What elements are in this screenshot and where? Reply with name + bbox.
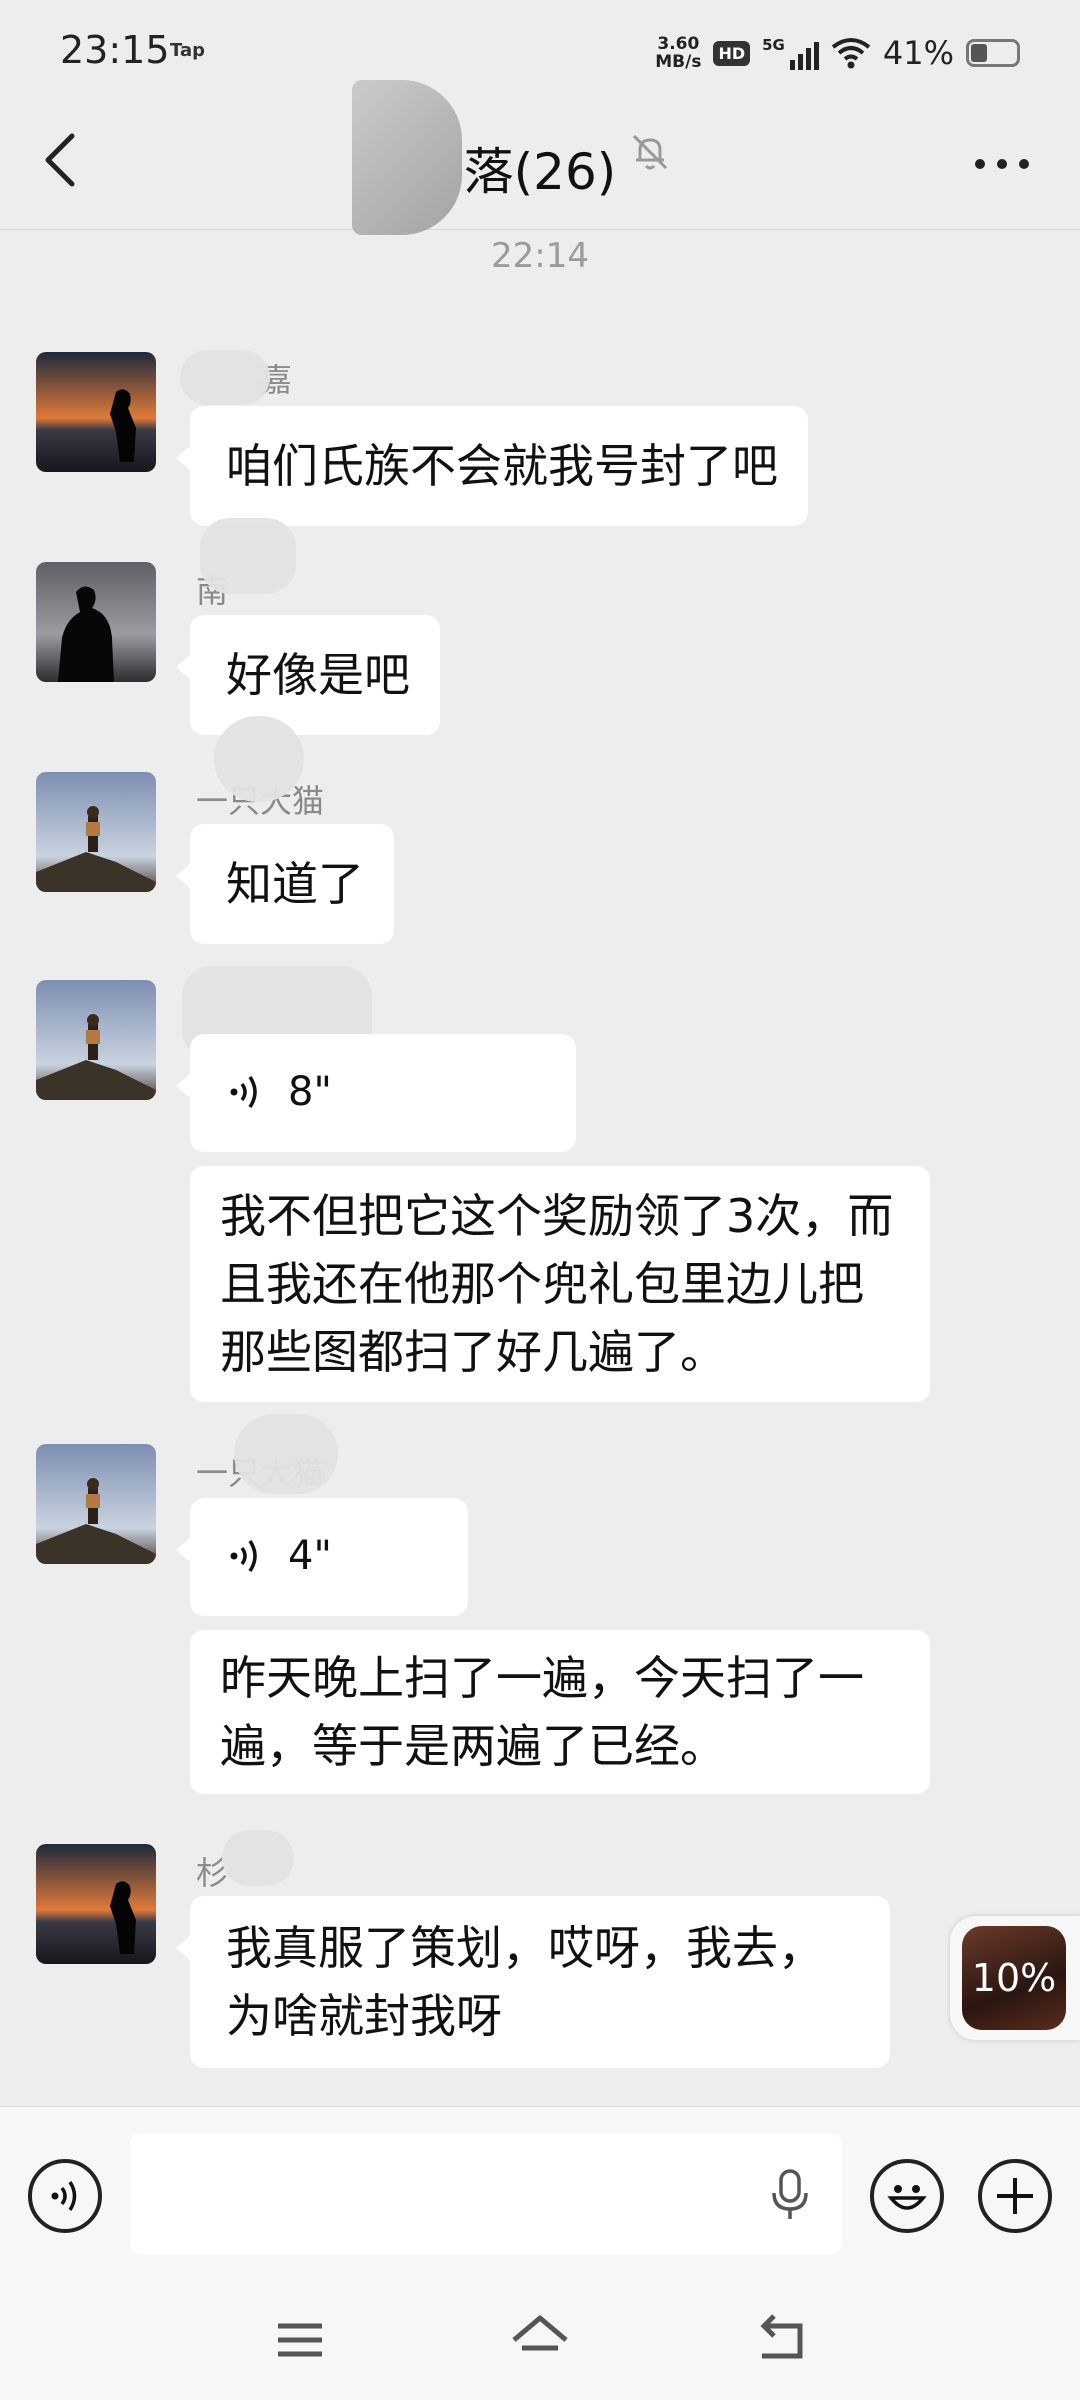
input-bar bbox=[0, 2106, 1080, 2286]
voice-duration: 4" bbox=[288, 1533, 332, 1579]
hd-badge: HD bbox=[713, 40, 751, 66]
voice-message-bubble[interactable]: 4" bbox=[176, 1498, 468, 1616]
bell-off-icon bbox=[632, 134, 668, 170]
more-icon[interactable] bbox=[974, 130, 1030, 174]
voice-message-bubble[interactable]: 8" bbox=[176, 1034, 576, 1152]
name-mosaic bbox=[200, 518, 296, 594]
status-time: 23:15 bbox=[60, 28, 170, 72]
voice-mode-icon[interactable] bbox=[28, 2159, 102, 2233]
network-type: 5G bbox=[762, 36, 785, 54]
message-text: 知道了 bbox=[226, 857, 364, 911]
net-speed-unit: MB/s bbox=[655, 52, 702, 72]
transcript-text: 我不但把它这个奖励领了3次，而且我还在他那个兜礼包里边儿把那些图都扫了好几遍了。 bbox=[220, 1189, 894, 1379]
message-text: 我真服了策划，哎呀，我去，为啥就封我呀 bbox=[226, 1921, 824, 2043]
menu-icon[interactable] bbox=[270, 2312, 330, 2368]
battery-icon bbox=[966, 39, 1020, 67]
name-mosaic bbox=[222, 1830, 294, 1886]
name-mosaic bbox=[214, 716, 304, 802]
status-right: 3.60 MB/s HD 5G 41% bbox=[655, 28, 1020, 78]
title-mosaic bbox=[352, 80, 462, 235]
name-mosaic bbox=[234, 1414, 338, 1494]
microphone-icon[interactable] bbox=[768, 2169, 812, 2221]
signal-icon: 5G bbox=[762, 36, 819, 70]
net-speed-value: 3.60 bbox=[657, 34, 700, 54]
system-nav-bar bbox=[0, 2286, 1080, 2400]
message-bubble[interactable]: 我真服了策划，哎呀，我去，为啥就封我呀 bbox=[176, 1896, 890, 2068]
plus-icon[interactable] bbox=[978, 2159, 1052, 2233]
transcript-text: 昨天晚上扫了一遍，今天扫了一遍，等于是两遍了已经。 bbox=[220, 1651, 864, 1773]
avatar[interactable] bbox=[36, 1444, 156, 1564]
status-bar: 23:15 Tap 3.60 MB/s HD 5G 41% bbox=[0, 0, 1080, 110]
message-timestamp: 22:14 bbox=[491, 236, 589, 276]
floating-progress-widget[interactable]: 10% bbox=[950, 1916, 1080, 2040]
chat-title: 落(26) bbox=[463, 143, 617, 201]
voice-transcript: 昨天晚上扫了一遍，今天扫了一遍，等于是两遍了已经。 bbox=[190, 1630, 930, 1794]
message-bubble[interactable]: 好像是吧 bbox=[176, 615, 440, 735]
tap-badge: Tap bbox=[170, 40, 205, 61]
message-bubble[interactable]: 知道了 bbox=[176, 824, 394, 944]
voice-duration: 8" bbox=[288, 1069, 332, 1115]
avatar[interactable] bbox=[36, 352, 156, 472]
net-speed: 3.60 MB/s bbox=[655, 35, 701, 71]
back-icon[interactable] bbox=[752, 2312, 812, 2368]
name-mosaic bbox=[180, 350, 270, 405]
message-input[interactable] bbox=[130, 2133, 842, 2255]
home-icon[interactable] bbox=[510, 2312, 570, 2368]
avatar[interactable] bbox=[36, 980, 156, 1100]
progress-label: 10% bbox=[962, 1926, 1066, 2030]
voice-transcript: 我不但把它这个奖励领了3次，而且我还在他那个兜礼包里边儿把那些图都扫了好几遍了。 bbox=[190, 1166, 930, 1402]
message-text: 咱们氏族不会就我号封了吧 bbox=[226, 439, 778, 493]
voice-wave-icon bbox=[230, 1540, 257, 1572]
wifi-icon bbox=[831, 38, 871, 69]
voice-wave-icon bbox=[230, 1076, 257, 1108]
message-text: 好像是吧 bbox=[226, 648, 410, 702]
battery-percent: 41% bbox=[882, 34, 954, 72]
avatar[interactable] bbox=[36, 1844, 156, 1964]
emoji-icon[interactable] bbox=[870, 2159, 944, 2233]
chat-header: 落(26) bbox=[0, 110, 1080, 230]
avatar[interactable] bbox=[36, 772, 156, 892]
avatar[interactable] bbox=[36, 562, 156, 682]
message-bubble[interactable]: 咱们氏族不会就我号封了吧 bbox=[176, 406, 808, 526]
